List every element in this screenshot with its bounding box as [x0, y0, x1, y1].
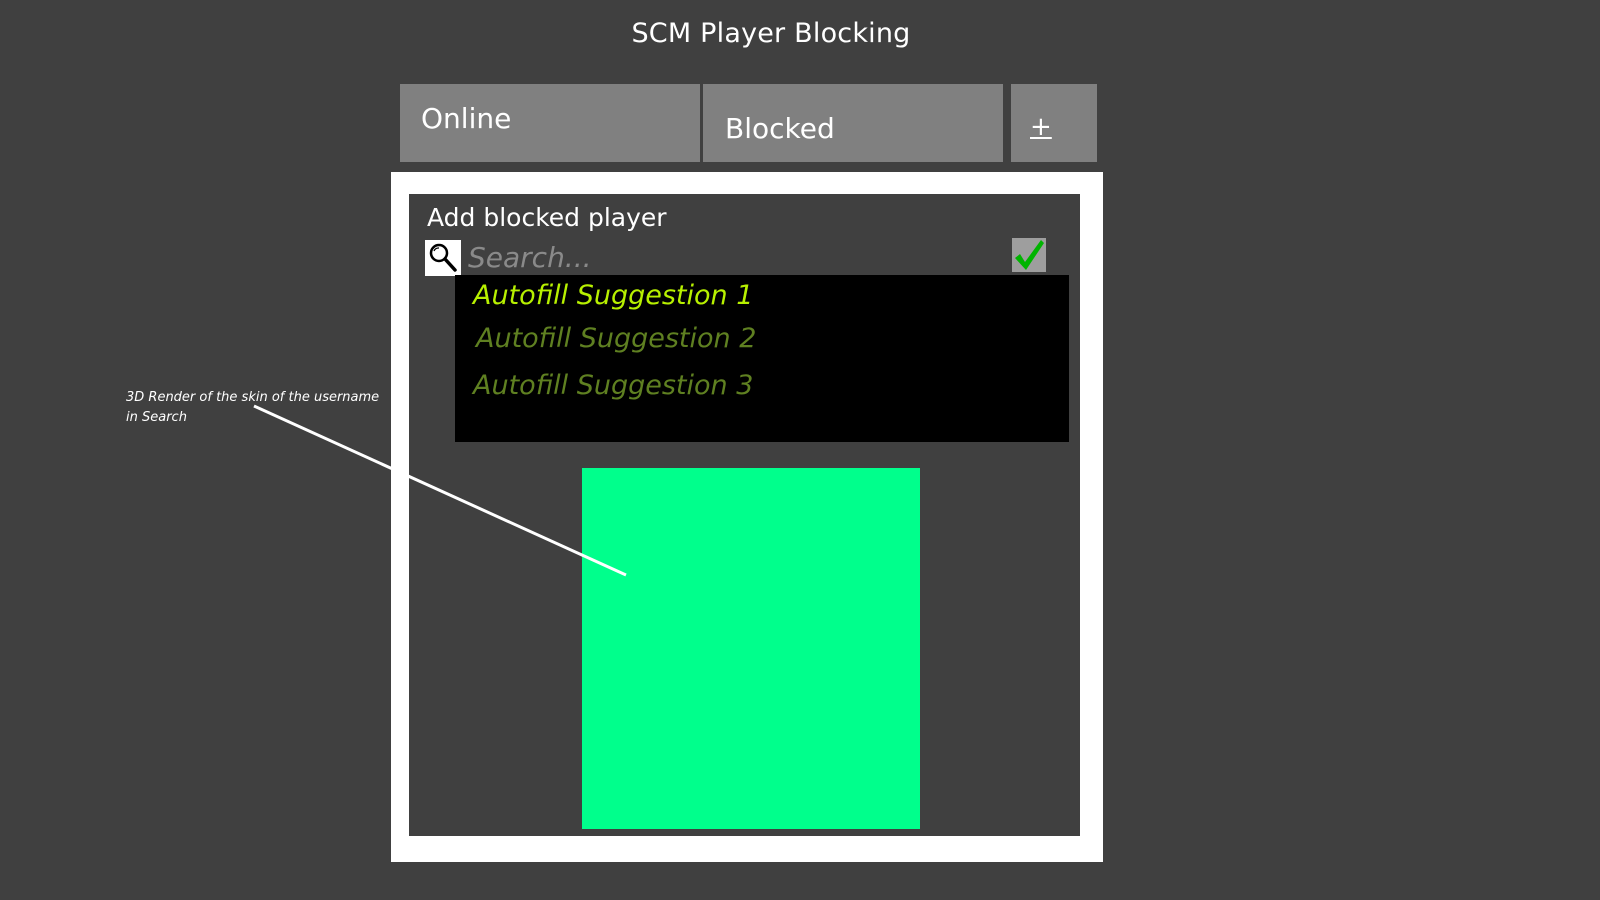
- checkmark-icon: [1015, 240, 1044, 270]
- page: SCM Player Blocking Online Blocked + Add…: [0, 0, 1600, 900]
- tab-online[interactable]: Online: [400, 84, 700, 162]
- search-input[interactable]: [468, 238, 988, 276]
- confirm-button[interactable]: [1012, 238, 1046, 272]
- skin-render-preview[interactable]: [582, 468, 920, 829]
- section-title: Add blocked player: [427, 203, 667, 232]
- search-icon[interactable]: [425, 240, 461, 276]
- tab-add-button[interactable]: +: [1011, 84, 1097, 162]
- annotation-note: 3D Render of the skin of the username in…: [126, 390, 380, 425]
- tab-blocked[interactable]: Blocked: [703, 84, 1003, 162]
- app-title: SCM Player Blocking: [631, 18, 911, 49]
- autofill-suggestion-1[interactable]: Autofill Suggestion 1: [473, 280, 753, 311]
- autofill-suggestion-2[interactable]: Autofill Suggestion 2: [476, 323, 756, 354]
- autofill-suggestion-3[interactable]: Autofill Suggestion 3: [473, 370, 753, 401]
